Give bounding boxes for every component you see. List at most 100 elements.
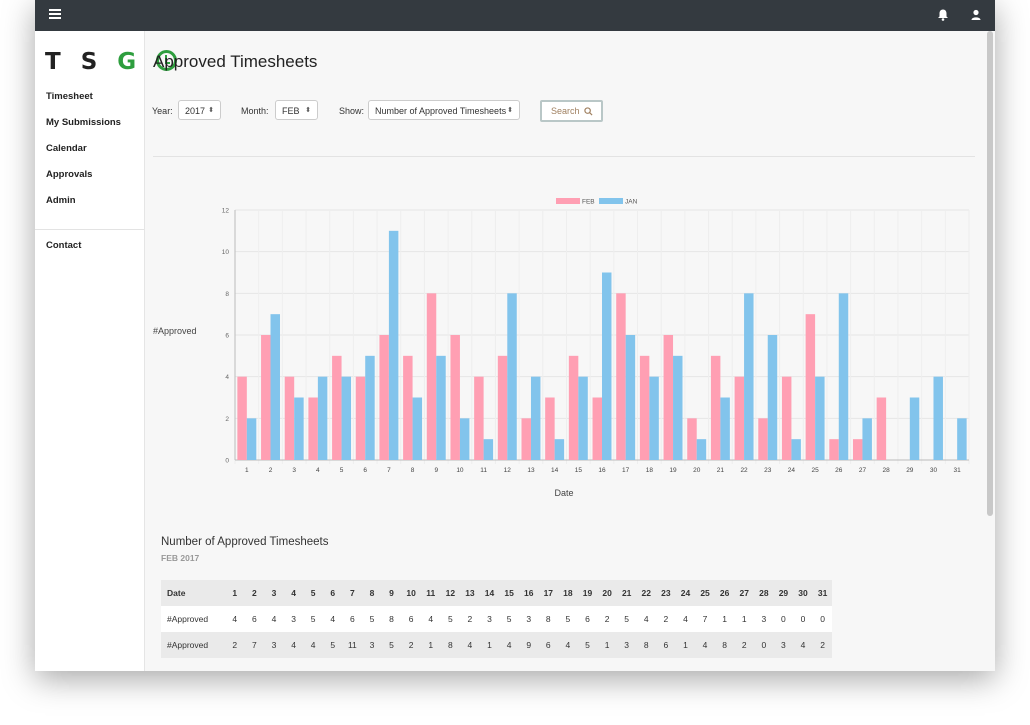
- table-cell: 2: [408, 640, 414, 650]
- y-tick-label: 8: [225, 291, 229, 298]
- header-cell: 3: [271, 588, 277, 598]
- x-tick-label: 1: [245, 467, 249, 474]
- bar-jan: [791, 439, 801, 460]
- bar-jan: [436, 355, 446, 460]
- x-tick-label: 16: [598, 467, 606, 474]
- header-cell: 11: [426, 588, 436, 598]
- header-cell: 6: [330, 588, 336, 598]
- x-tick-label: 24: [788, 467, 796, 474]
- table-cell: 5: [447, 614, 453, 624]
- bar-feb: [639, 355, 650, 460]
- x-tick-label: 13: [527, 467, 535, 474]
- table-cell: 1: [487, 640, 492, 650]
- sidebar-item-approvals[interactable]: Approvals: [46, 169, 92, 180]
- x-tick-label: 29: [906, 467, 914, 474]
- table-cell: 3: [781, 640, 786, 650]
- bar-feb: [284, 376, 295, 460]
- table-cell: 4: [310, 640, 316, 650]
- bar-jan: [530, 376, 541, 460]
- table-cell: 4: [330, 614, 336, 624]
- bar-jan: [578, 376, 588, 460]
- bell-icon[interactable]: [936, 8, 950, 22]
- x-tick-label: 5: [340, 467, 344, 474]
- table-cell: 5: [565, 614, 571, 624]
- bar-jan: [696, 439, 707, 460]
- table-cell: 3: [761, 614, 767, 624]
- y-tick-label: 4: [225, 374, 229, 381]
- table-cell: 5: [310, 614, 316, 624]
- bar-feb: [497, 355, 508, 460]
- table-cell: 1: [604, 640, 610, 650]
- bar-jan: [862, 418, 872, 460]
- x-tick-label: 14: [551, 467, 559, 474]
- legend-swatch-jan: [599, 198, 623, 204]
- bar-jan: [957, 418, 967, 460]
- table-cell: 2: [467, 614, 473, 624]
- y-tick-label: 0: [225, 458, 229, 465]
- sidebar-item-calendar[interactable]: Calendar: [46, 143, 87, 154]
- x-axis-title: Date: [554, 488, 573, 498]
- month-select[interactable]: FEB ⬍: [275, 100, 318, 120]
- bar-feb: [852, 439, 863, 460]
- page-title: Approved Timesheets: [153, 52, 318, 71]
- bar-jan: [483, 439, 494, 460]
- table-cell: 1: [683, 640, 688, 650]
- bar-feb: [734, 376, 745, 460]
- search-button[interactable]: Search: [540, 100, 603, 122]
- y-tick-label: 2: [225, 416, 229, 423]
- bar-jan: [412, 397, 423, 460]
- x-tick-label: 7: [387, 467, 391, 474]
- header-cell: 17: [543, 588, 554, 598]
- header-cell: 31: [817, 588, 828, 598]
- x-tick-label: 10: [456, 467, 464, 474]
- x-tick-label: 22: [740, 467, 748, 474]
- x-tick-label: 15: [575, 467, 583, 474]
- table-cell: 2: [820, 640, 825, 650]
- bar-feb: [379, 335, 389, 460]
- scrollbar[interactable]: [987, 31, 993, 516]
- table-cell: 5: [624, 614, 630, 624]
- sidebar-item-admin[interactable]: Admin: [46, 195, 76, 206]
- sidebar-item-my-submissions[interactable]: My Submissions: [46, 117, 121, 128]
- table-cell: 3: [271, 640, 277, 650]
- x-tick-label: 11: [480, 467, 487, 474]
- bar-feb: [829, 439, 839, 460]
- bar-jan: [507, 293, 517, 460]
- table-cell: 6: [585, 614, 590, 624]
- bar-jan: [838, 293, 849, 460]
- show-label: Show:: [339, 106, 365, 116]
- bar-feb: [332, 355, 342, 460]
- bar-jan: [317, 376, 328, 460]
- sidebar-item-timesheet[interactable]: Timesheet: [46, 91, 93, 102]
- table-header-row: Date 1 2 3 4 5 6 7 8 9 10 11 12 13 14 15 16 17 18 19 20 21 22 2…: [161, 580, 833, 606]
- sort-arrows-icon: ⬍: [507, 107, 513, 114]
- bar-jan: [767, 335, 778, 460]
- table-cell: 4: [428, 614, 434, 624]
- approved-table: Date 1 2 3 4 5 6 7 8 9 10 11 12 13 14 15 16 17 18 19 20 21 22 2…: [161, 580, 833, 658]
- bar-feb: [592, 397, 602, 460]
- table-cell: 5: [369, 614, 375, 624]
- year-select[interactable]: 2017 ⬍: [178, 100, 221, 120]
- table-cell: 7: [252, 640, 257, 650]
- x-tick-label: 26: [835, 467, 843, 474]
- table-cell: 6: [545, 640, 551, 650]
- bar-feb: [426, 293, 437, 460]
- search-icon: [584, 107, 593, 116]
- header-cell: 21: [621, 588, 632, 598]
- bar-jan: [388, 230, 399, 460]
- sidebar-divider: [35, 229, 144, 230]
- hamburger-icon[interactable]: [49, 9, 61, 19]
- bar-feb: [805, 314, 816, 460]
- header-cell: 23: [661, 588, 671, 598]
- sidebar-item-contact[interactable]: Contact: [46, 240, 81, 251]
- x-tick-label: 19: [669, 467, 677, 474]
- table-cell: 1: [722, 614, 727, 624]
- header-cell: 25: [700, 588, 710, 598]
- user-icon[interactable]: [969, 8, 983, 22]
- table-cell: 6: [408, 614, 414, 624]
- sort-arrows-icon: ⬍: [208, 107, 214, 114]
- table-cell: 6: [252, 614, 257, 624]
- x-tick-label: 21: [717, 467, 725, 474]
- header-cell: 4: [291, 588, 296, 598]
- show-select[interactable]: Number of Approved Timesheets ⬍: [368, 100, 520, 120]
